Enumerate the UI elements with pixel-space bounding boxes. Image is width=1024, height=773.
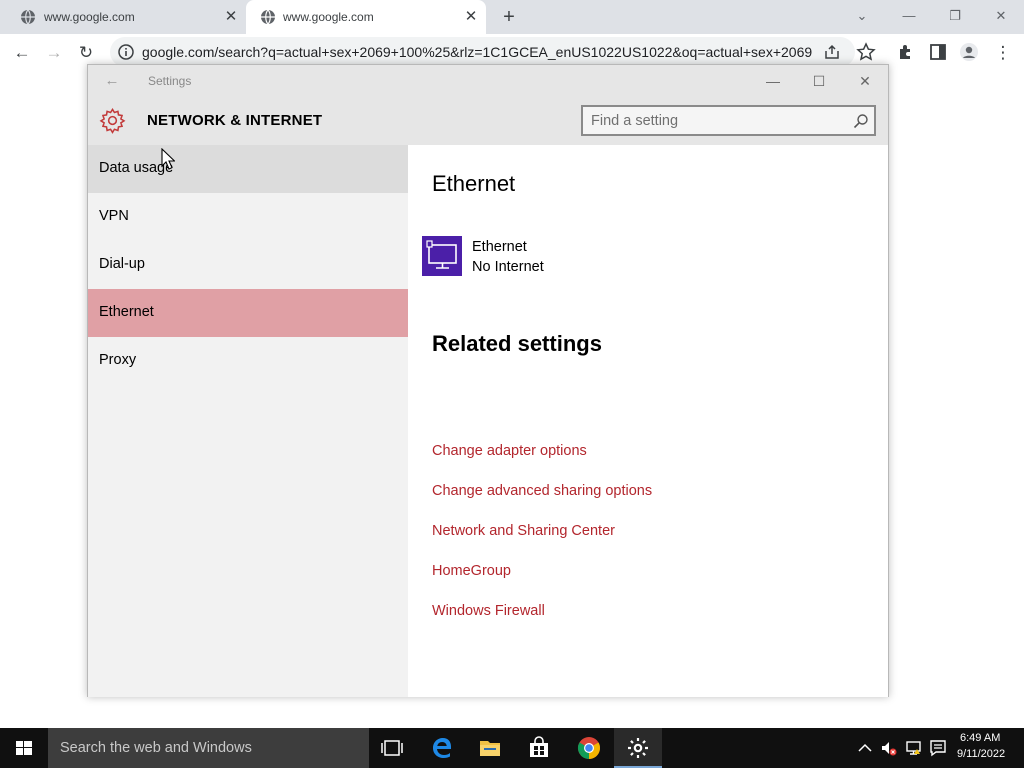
reload-button[interactable]: ↻ — [75, 42, 97, 64]
sidebar-item-proxy[interactable]: Proxy — [88, 337, 408, 385]
speaker-muted-icon[interactable] — [880, 738, 898, 758]
mouse-cursor-icon — [161, 148, 175, 170]
page-title: NETWORK & INTERNET — [147, 112, 323, 129]
gear-icon — [99, 107, 126, 134]
minimize-button[interactable]: — — [898, 6, 920, 26]
taskbar-search-text: Search the web and Windows — [60, 740, 252, 756]
browser-tab[interactable]: www.google.com ✕ — [0, 0, 246, 34]
new-tab-button[interactable]: + — [498, 6, 520, 28]
tab-title: www.google.com — [44, 10, 135, 24]
globe-icon — [21, 9, 35, 25]
maximize-button[interactable]: ☐ — [808, 71, 830, 91]
taskbar-search-box[interactable]: Search the web and Windows — [48, 728, 369, 768]
link-change-adapter-options[interactable]: Change adapter options — [432, 443, 587, 459]
link-homegroup[interactable]: HomeGroup — [432, 563, 511, 579]
back-button[interactable]: ← — [11, 42, 33, 64]
browser-tab-strip: www.google.com ✕ www.google.com ✕ + ⌄ — … — [0, 0, 1024, 34]
sidebar-item-data-usage[interactable]: Data usage — [88, 145, 408, 193]
sidebar-item-vpn[interactable]: VPN — [88, 193, 408, 241]
close-tab-icon[interactable]: ✕ — [463, 9, 479, 25]
windows-logo-icon — [16, 741, 32, 755]
find-setting-search-box[interactable] — [581, 105, 876, 136]
info-icon[interactable] — [118, 44, 134, 60]
chrome-icon — [578, 737, 600, 759]
settings-taskbar-button[interactable] — [614, 728, 662, 768]
menu-kebab-icon[interactable]: ⋮ — [992, 42, 1014, 64]
forward-button[interactable]: → — [43, 42, 65, 64]
chrome-button[interactable] — [565, 728, 613, 768]
link-windows-firewall[interactable]: Windows Firewall — [432, 603, 545, 619]
address-bar[interactable]: google.com/search?q=actual+sex+2069+100%… — [110, 37, 855, 67]
task-view-button[interactable] — [368, 728, 416, 768]
close-window-button[interactable]: ✕ — [990, 6, 1012, 26]
link-change-advanced-sharing-options[interactable]: Change advanced sharing options — [432, 483, 652, 499]
extensions-icon[interactable] — [896, 42, 916, 62]
sidebar-item-label: Proxy — [99, 352, 137, 368]
window-title: Settings — [148, 74, 192, 88]
tab-search-icon[interactable]: ⌄ — [851, 6, 873, 26]
sidebar-item-label: Ethernet — [99, 304, 154, 320]
minimize-button[interactable]: — — [762, 71, 784, 91]
side-panel-icon[interactable] — [928, 42, 948, 62]
store-icon — [530, 736, 548, 757]
action-center-icon[interactable] — [929, 738, 947, 758]
section-title: Ethernet — [432, 171, 516, 196]
store-button[interactable] — [515, 728, 563, 768]
taskbar-time[interactable]: 6:49 AM — [960, 732, 1000, 744]
share-icon[interactable] — [823, 43, 841, 61]
settings-icon — [628, 738, 648, 758]
close-tab-icon[interactable]: ✕ — [223, 9, 239, 25]
close-button[interactable]: ✕ — [854, 71, 876, 91]
file-explorer-button[interactable] — [466, 728, 514, 768]
chevron-up-icon[interactable] — [856, 738, 874, 758]
url-text: google.com/search?q=actual+sex+2069+100%… — [142, 44, 812, 60]
link-network-and-sharing-center[interactable]: Network and Sharing Center — [432, 523, 615, 539]
related-settings-heading: Related settings — [432, 331, 602, 356]
edge-button[interactable] — [418, 728, 466, 768]
sidebar-item-dial-up[interactable]: Dial-up — [88, 241, 408, 289]
ethernet-monitor-icon[interactable] — [422, 236, 462, 276]
settings-titlebar: ← Settings — ☐ ✕ — [88, 65, 888, 97]
profile-avatar-icon[interactable] — [959, 42, 979, 62]
bookmark-star-icon[interactable] — [856, 42, 876, 62]
task-view-icon — [381, 740, 403, 756]
connection-status: No Internet — [472, 259, 544, 275]
connection-name[interactable]: Ethernet — [472, 239, 527, 255]
search-input[interactable] — [591, 111, 841, 131]
network-warning-icon[interactable] — [905, 738, 923, 758]
sidebar-item-label: Dial-up — [99, 256, 145, 272]
file-explorer-icon — [480, 741, 500, 756]
restore-button[interactable]: ❐ — [944, 6, 966, 26]
sidebar-item-label: VPN — [99, 208, 129, 224]
windows-taskbar: Search the web and Windows 6:49 AM 9/11/… — [0, 728, 1024, 768]
edge-icon — [433, 738, 451, 758]
back-arrow-icon[interactable]: ← — [102, 71, 122, 91]
globe-icon — [261, 9, 275, 25]
settings-content: Ethernet Ethernet No Internet Related se… — [408, 145, 888, 697]
start-button[interactable] — [0, 728, 48, 768]
settings-header: NETWORK & INTERNET — [88, 97, 888, 145]
settings-sidebar: Data usage VPN Dial-up Ethernet Proxy — [88, 145, 408, 697]
browser-tab-active[interactable]: www.google.com ✕ — [246, 0, 486, 34]
sidebar-item-ethernet[interactable]: Ethernet — [88, 289, 408, 337]
tab-title: www.google.com — [283, 10, 374, 24]
settings-window: ← Settings — ☐ ✕ NETWORK & INTERNET Data… — [87, 64, 889, 697]
search-icon[interactable] — [853, 113, 869, 129]
taskbar-date[interactable]: 9/11/2022 — [957, 748, 1005, 760]
